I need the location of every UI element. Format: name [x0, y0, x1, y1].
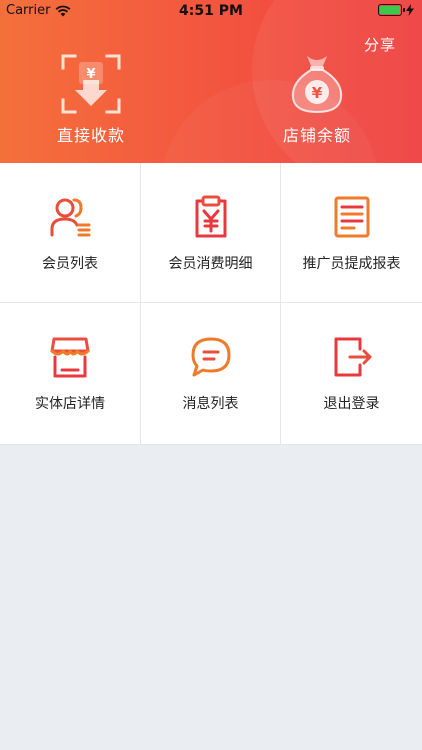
menu-item-label: 会员消费明细: [168, 256, 253, 272]
money-bag-icon: ¥: [291, 56, 343, 114]
svg-text:¥: ¥: [312, 84, 323, 102]
status-bar: Carrier 4:51 PM: [0, 0, 422, 22]
report-icon: [334, 196, 369, 238]
charging-bolt-icon: [406, 4, 414, 16]
store-balance-label: 店铺余额: [282, 126, 351, 145]
message-bubble-icon: [191, 337, 230, 377]
menu-item-label: 推广员提成报表: [302, 256, 401, 272]
menu-grid: 会员列表 会员消费明细 推广员提成报表 实体店详情 消息列表 退出登录: [0, 163, 422, 445]
svg-text:¥: ¥: [86, 67, 95, 82]
menu-item-logout[interactable]: 退出登录: [281, 303, 422, 445]
menu-item-promoter-report[interactable]: 推广员提成报表: [281, 163, 422, 303]
menu-item-member-spending[interactable]: 会员消费明细: [141, 163, 281, 303]
store-balance-button[interactable]: ¥ 店铺余额: [242, 52, 392, 146]
status-right: [378, 4, 414, 16]
menu-item-label: 退出登录: [323, 396, 380, 412]
menu-item-messages[interactable]: 消息列表: [141, 303, 281, 445]
menu-item-store-details[interactable]: 实体店详情: [0, 303, 141, 445]
logout-icon: [334, 337, 371, 377]
menu-item-label: 消息列表: [182, 396, 239, 412]
status-time: 4:51 PM: [179, 3, 243, 19]
clipboard-yen-icon: [195, 195, 226, 238]
direct-receive-button[interactable]: ¥ 直接收款: [16, 52, 166, 146]
store-icon: [50, 337, 90, 378]
menu-item-label: 会员列表: [42, 256, 98, 272]
members-list-icon: [50, 198, 91, 237]
direct-receive-label: 直接收款: [56, 126, 125, 145]
battery-icon: [378, 4, 405, 16]
menu-item-members[interactable]: 会员列表: [0, 163, 141, 303]
scan-yen-icon: ¥: [61, 54, 121, 114]
menu-item-label: 实体店详情: [35, 396, 105, 412]
header-banner: Carrier 4:51 PM 分享 ¥ 直接收款 ¥ 店铺余额: [0, 0, 422, 163]
